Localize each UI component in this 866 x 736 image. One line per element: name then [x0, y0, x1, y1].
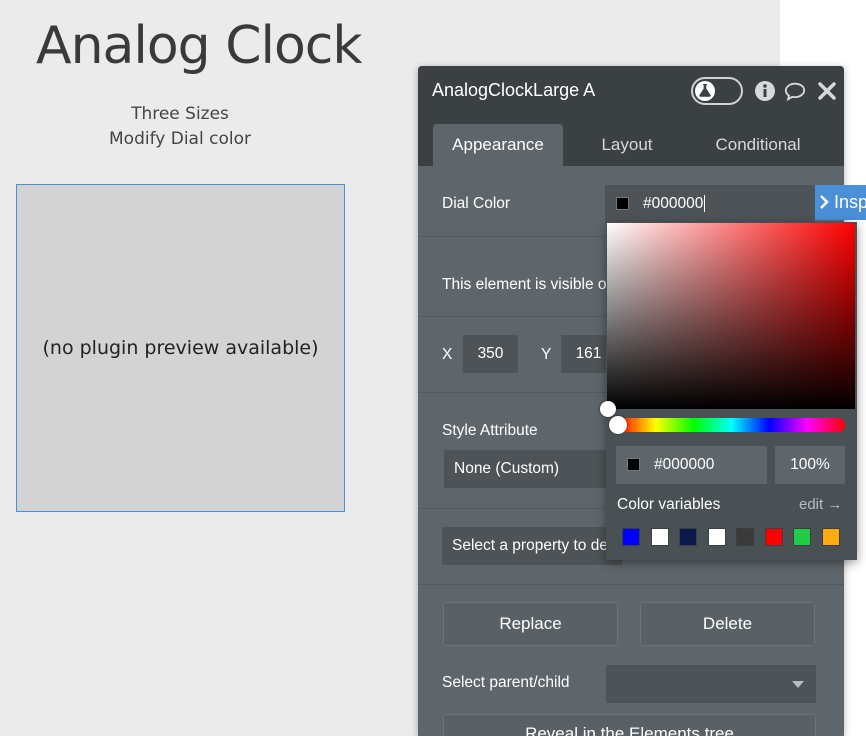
tab-bar: Appearance Layout Conditional [418, 116, 844, 166]
y-label: Y [541, 346, 552, 363]
saturation-value-area[interactable] [600, 223, 855, 417]
select-property-dropdown[interactable]: Select a property to de [442, 527, 622, 565]
subtitle-dial: Modify Dial color [109, 129, 251, 149]
plugin-preview-box[interactable]: (no plugin preview available) [16, 184, 345, 512]
color-variable-swatch[interactable] [736, 528, 754, 546]
flask-icon [699, 84, 711, 97]
replace-button[interactable]: Replace [443, 602, 618, 646]
dial-color-value: #000000 [643, 195, 704, 212]
tab-appearance[interactable]: Appearance [433, 124, 563, 166]
tab-conditional[interactable]: Conditional [693, 124, 823, 166]
toggle-knob [695, 81, 715, 101]
subtitle-sizes: Three Sizes [131, 104, 229, 124]
color-variable-swatch[interactable] [622, 528, 640, 546]
dial-color-swatch[interactable] [616, 197, 629, 210]
x-label: X [442, 346, 453, 363]
color-picker-popup: #000000 100% Color variables edit → [600, 222, 857, 560]
parent-child-label: Select parent/child [442, 674, 570, 691]
hue-handle[interactable] [609, 416, 627, 434]
close-icon[interactable] [816, 80, 838, 102]
inspect-button[interactable]: Insp [815, 185, 866, 220]
chevron-down-icon [792, 681, 804, 688]
dial-color-input[interactable]: #000000 [605, 185, 815, 223]
edit-variables-link[interactable]: edit → [799, 496, 842, 513]
panel-title: AnalogClockLarge A [432, 80, 596, 100]
reveal-elements-tree-button[interactable]: Reveal in the Elements tree [443, 714, 816, 736]
style-attribute-select[interactable]: None (Custom) [444, 450, 624, 488]
info-icon[interactable] [754, 80, 776, 102]
comment-icon[interactable] [784, 80, 806, 102]
color-variable-swatch[interactable] [793, 528, 811, 546]
x-input[interactable]: 350 [463, 335, 518, 373]
hex-color-swatch [627, 458, 640, 471]
hex-input[interactable]: #000000 [616, 446, 767, 484]
saturation-handle[interactable] [600, 401, 616, 417]
color-variables-label: Color variables [617, 496, 721, 513]
hex-value: #000000 [654, 456, 715, 473]
color-variable-swatch[interactable] [679, 528, 697, 546]
alpha-input[interactable]: 100% [775, 446, 845, 484]
parent-child-select[interactable] [606, 665, 816, 703]
inspect-label: Insp [834, 192, 866, 212]
dial-color-label: Dial Color [442, 195, 511, 212]
panel-header: AnalogClockLarge A [418, 66, 844, 116]
delete-button[interactable]: Delete [640, 602, 815, 646]
color-variable-swatch[interactable] [821, 528, 840, 546]
text-caret [704, 195, 706, 213]
visibility-label: This element is visible o [442, 276, 607, 293]
hue-slider[interactable] [609, 416, 845, 434]
style-attribute-label: Style Attribute [442, 422, 538, 439]
debug-toggle[interactable] [691, 77, 743, 105]
color-variable-swatch[interactable] [764, 528, 783, 546]
color-variable-swatch[interactable] [650, 528, 669, 546]
chevron-right-icon [820, 195, 829, 209]
tab-layout[interactable]: Layout [568, 124, 686, 166]
page-title: Analog Clock [36, 16, 362, 76]
preview-text: (no plugin preview available) [42, 337, 319, 359]
color-variable-swatch[interactable] [707, 528, 726, 546]
